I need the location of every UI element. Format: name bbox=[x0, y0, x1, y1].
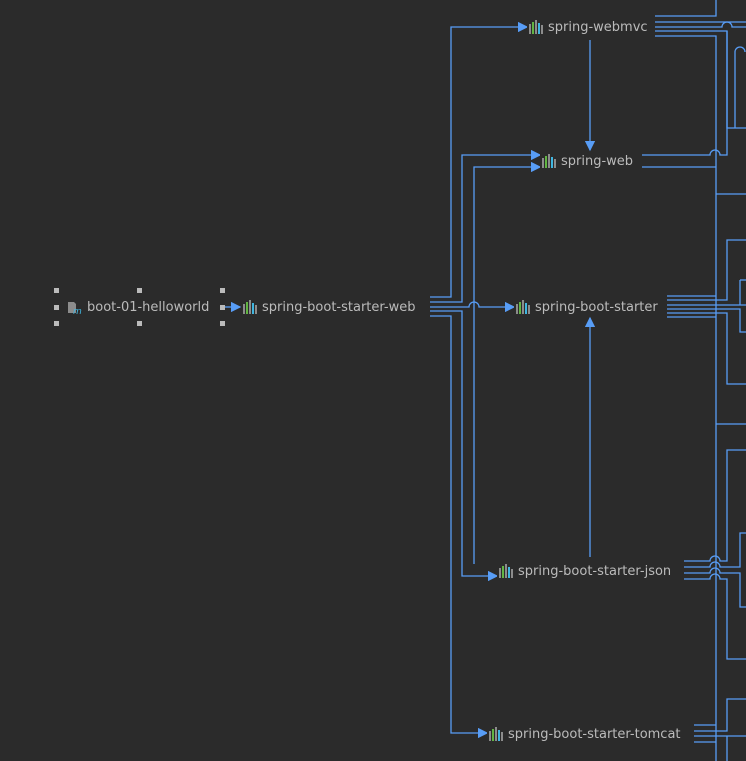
selection-handle[interactable] bbox=[137, 321, 142, 326]
svg-text:m: m bbox=[73, 307, 82, 315]
node-label: spring-boot-starter-json bbox=[518, 563, 672, 579]
selection-handle[interactable] bbox=[220, 321, 225, 326]
node-label: spring-boot-starter-web bbox=[262, 299, 416, 315]
node-label: spring-web bbox=[561, 153, 634, 169]
node-spring-boot-starter-web[interactable]: spring-boot-starter-web bbox=[241, 298, 418, 316]
node-label: boot-01-helloworld bbox=[87, 299, 210, 315]
library-icon bbox=[516, 300, 530, 314]
library-icon bbox=[529, 20, 543, 34]
library-icon bbox=[243, 300, 257, 314]
selection-handle[interactable] bbox=[220, 288, 225, 293]
node-label: spring-boot-starter bbox=[535, 299, 658, 315]
node-spring-boot-starter-json[interactable]: spring-boot-starter-json bbox=[497, 562, 674, 580]
selection-handle[interactable] bbox=[54, 321, 59, 326]
selection-handle[interactable] bbox=[137, 288, 142, 293]
selection-handle[interactable] bbox=[220, 305, 225, 310]
node-label: spring-boot-starter-tomcat bbox=[508, 726, 681, 742]
node-spring-boot-starter[interactable]: spring-boot-starter bbox=[514, 298, 660, 316]
node-spring-web[interactable]: spring-web bbox=[540, 152, 636, 170]
selection-handle[interactable] bbox=[54, 288, 59, 293]
library-icon bbox=[542, 154, 556, 168]
dependency-edges bbox=[224, 0, 746, 761]
maven-module-icon: m bbox=[66, 299, 82, 317]
node-boot-01-helloworld[interactable]: m boot-01-helloworld bbox=[64, 298, 212, 317]
node-label: spring-webmvc bbox=[548, 19, 648, 35]
library-icon bbox=[489, 727, 503, 741]
selection-handle[interactable] bbox=[54, 305, 59, 310]
node-spring-boot-starter-tomcat[interactable]: spring-boot-starter-tomcat bbox=[487, 725, 683, 743]
library-icon bbox=[499, 564, 513, 578]
node-spring-webmvc[interactable]: spring-webmvc bbox=[527, 18, 650, 36]
